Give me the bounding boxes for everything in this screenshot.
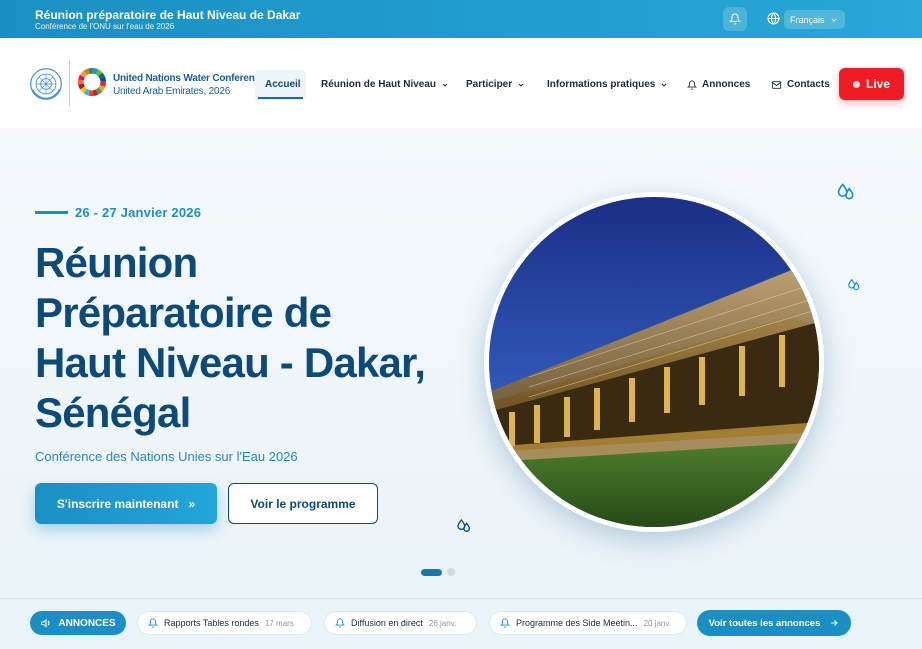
bell-icon (500, 618, 510, 628)
nav-item-reunion[interactable]: Réunion de Haut Niveau (321, 79, 449, 90)
announcement-date: 17 mars (264, 618, 294, 628)
nav-item-annonces[interactable]: Annonces (687, 79, 750, 90)
carousel-dot-active[interactable] (421, 568, 442, 576)
nav-active-underline (258, 97, 303, 99)
top-bar: Réunion préparatoire de Haut Niveau de D… (0, 0, 922, 38)
conference-subtitle: United Arab Emirates, 2026 (113, 86, 231, 97)
see-all-announcements-button[interactable]: Voir toutes les annonces (697, 610, 851, 636)
register-button-label: S'inscrire maintenant (56, 496, 179, 511)
chevron-down-icon (831, 18, 836, 22)
megaphone-icon (41, 618, 50, 628)
venue-photo (484, 192, 824, 532)
hero-subtitle: Conférence des Nations Unies sur l'Eau 2… (35, 449, 298, 464)
announcement-title: Diffusion en direct (351, 618, 423, 628)
globe-icon (767, 12, 780, 25)
un-emblem-icon[interactable] (28, 66, 64, 102)
notifications-button[interactable] (723, 7, 747, 31)
language-select[interactable]: Français (784, 10, 845, 29)
sdg-wheel-icon[interactable] (77, 67, 107, 97)
see-all-label: Voir toutes les annonces (708, 617, 821, 629)
logo-divider (69, 60, 70, 106)
announcement-date: 20 janv. (643, 618, 671, 628)
bell-icon (148, 618, 158, 628)
announcements-badge-label: ANNONCES (58, 617, 116, 629)
nav-item-contacts[interactable]: Contacts (771, 79, 830, 90)
chevron-down-icon (442, 83, 448, 87)
bell-icon (335, 618, 345, 628)
nav-item-label: Réunion de Haut Niveau (321, 79, 437, 90)
announcement-date: 26 janv. (428, 618, 457, 628)
view-program-label: Voir le programme (250, 496, 356, 511)
main-header: United Nations Water Conference United A… (0, 38, 922, 128)
conference-name: United Nations Water Conference (113, 73, 266, 84)
carousel-dot[interactable] (447, 568, 455, 576)
announcements-bar: ANNONCES Rapports Tables rondes 17 mars … (0, 598, 922, 649)
announcements-badge: ANNONCES (30, 611, 126, 635)
nav-item-label: Accueil (265, 79, 301, 90)
language-label: Français (790, 14, 825, 25)
water-drop-icon (848, 278, 860, 291)
nav-item-label: Contacts (787, 79, 830, 90)
live-button[interactable]: Live (839, 68, 904, 100)
carousel-dots (421, 568, 455, 576)
nav-item-label: Annonces (702, 79, 751, 90)
nav-item-label: Participer (466, 79, 513, 90)
chevron-down-icon (662, 83, 667, 87)
hero-title-line: Haut Niveau - Dakar, (35, 339, 426, 386)
hero-section: 26 - 27 Janvier 2026 Réunion Préparatoir… (0, 128, 922, 598)
bell-icon (729, 13, 741, 25)
event-subtitle: Conférence de l'ONU sur l'eau de 2026 (35, 22, 175, 31)
bell-icon (687, 79, 697, 90)
announcement-chip[interactable]: Rapports Tables rondes 17 mars (137, 611, 312, 635)
water-drop-icon (837, 183, 854, 200)
nav-item-infos-pratiques[interactable]: Informations pratiques (547, 79, 668, 90)
double-chevron-right-icon: » (188, 496, 196, 511)
hero-title: Réunion Préparatoire de Haut Niveau - Da… (35, 238, 435, 438)
nav-item-participer[interactable]: Participer (466, 79, 525, 90)
arrow-right-icon (831, 620, 839, 626)
hero-title-line: Réunion (35, 239, 198, 286)
announcement-chip[interactable]: Diffusion en direct 26 janv. (324, 611, 477, 635)
view-program-button[interactable]: Voir le programme (228, 483, 378, 524)
water-drop-icon (457, 518, 471, 532)
hero-title-line: Préparatoire de (35, 289, 332, 336)
announcement-title: Programme des Side Meetin... (516, 618, 638, 628)
mail-icon (771, 80, 782, 89)
live-dot-icon (852, 80, 860, 88)
announcement-chip[interactable]: Programme des Side Meetin... 20 janv. (489, 611, 687, 635)
nav-item-label: Informations pratiques (547, 79, 656, 90)
nav-item-accueil[interactable]: Accueil (265, 79, 301, 90)
hero-title-line: Sénégal (35, 389, 191, 436)
event-title: Réunion préparatoire de Haut Niveau de D… (35, 8, 301, 22)
register-button[interactable]: S'inscrire maintenant » (35, 483, 217, 524)
chevron-down-icon (518, 83, 524, 87)
event-date: 26 - 27 Janvier 2026 (75, 205, 202, 220)
live-label: Live (865, 77, 890, 91)
date-accent-line (35, 211, 68, 214)
announcement-title: Rapports Tables rondes (164, 618, 259, 628)
